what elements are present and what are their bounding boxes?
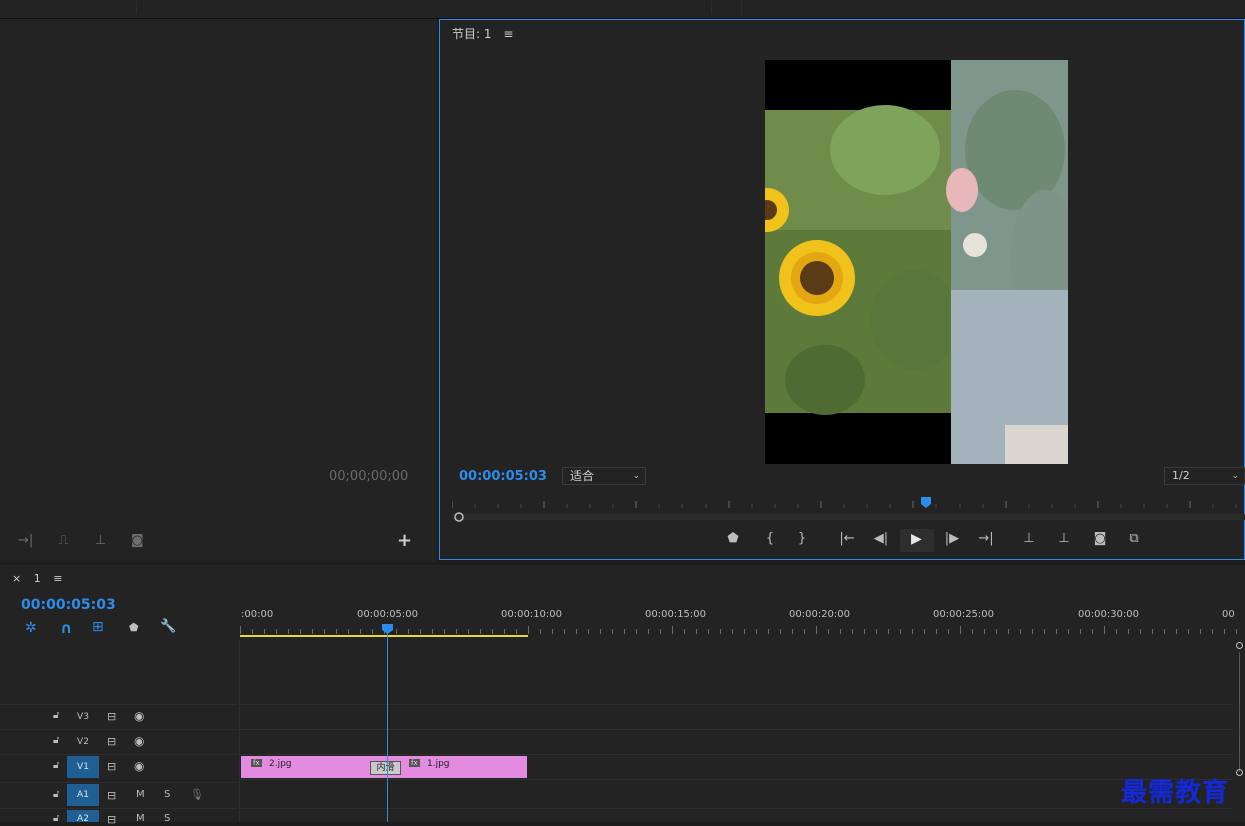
program-video-frame	[765, 60, 1068, 464]
video-preview-image	[765, 60, 1068, 464]
overwrite-icon[interactable]: ⎍	[59, 533, 68, 548]
sync-lock-icon[interactable]: ⊟	[107, 789, 116, 802]
sync-lock-icon[interactable]: ⊟	[107, 760, 116, 773]
resolution-dropdown[interactable]: 1/2 ⌄	[1164, 467, 1245, 485]
step-back-icon[interactable]: ◀|	[870, 531, 892, 546]
ruler-label: 00:00:20:00	[789, 609, 851, 620]
lock-icon[interactable]: 🔓︎	[53, 735, 59, 746]
mute-button[interactable]: M	[136, 789, 145, 800]
play-icon: ▶	[911, 531, 922, 547]
eye-icon[interactable]: ◉	[134, 759, 144, 773]
clip-1-jpg[interactable]: fx 1.jpg	[387, 756, 527, 778]
chevron-down-icon: ⌄	[1231, 471, 1239, 481]
track-label-v2[interactable]: V2	[67, 731, 99, 753]
linked-selection-icon[interactable]: ⊞	[92, 619, 104, 635]
ruler-label: 00:00:05:00	[357, 609, 419, 620]
sync-lock-icon[interactable]: ⊟	[107, 735, 116, 748]
clip-2-jpg[interactable]: fx 2.jpg	[241, 756, 387, 778]
resolution-label: 1/2	[1172, 469, 1190, 482]
clip-name: 2.jpg	[269, 759, 292, 769]
track-label-v1[interactable]: V1	[67, 756, 99, 778]
sync-lock-icon[interactable]: ⊟	[107, 710, 116, 723]
track-label-v3[interactable]: V3	[67, 706, 99, 728]
ruler-label: 00	[1222, 609, 1235, 620]
lock-icon[interactable]: 🔓︎	[53, 813, 59, 824]
sequence-tab-label: 1	[33, 572, 41, 585]
timeline-tab[interactable]: × 1 ≡	[12, 572, 62, 585]
program-playhead[interactable]	[921, 497, 931, 508]
fx-badge: fx	[251, 759, 262, 767]
export-frame-icon[interactable]: ◙	[1089, 531, 1111, 546]
snap-tool-icon[interactable]: ✲	[25, 620, 37, 636]
camera-icon[interactable]: ◙	[131, 533, 144, 548]
ruler-label: 00:00:10:00	[501, 609, 563, 620]
play-button[interactable]: ▶	[900, 529, 934, 552]
scroll-handle-bottom[interactable]	[1236, 769, 1243, 776]
mute-button[interactable]: M	[136, 813, 145, 824]
add-button-icon[interactable]: +	[397, 530, 412, 551]
lock-icon[interactable]: 🔓︎	[53, 760, 59, 771]
ruler-label: 00:00:15:00	[645, 609, 707, 620]
extract-icon[interactable]: ⊥	[1053, 531, 1075, 546]
lock-icon[interactable]: 🔓︎	[53, 710, 59, 721]
lock-icon[interactable]: 🔓︎	[53, 789, 59, 800]
program-mini-timeline[interactable]	[452, 497, 1245, 523]
close-icon[interactable]: ×	[12, 572, 21, 585]
panel-menu-icon[interactable]: ≡	[503, 27, 513, 41]
track-label-a1[interactable]: A1	[67, 784, 99, 806]
timeline-timecode[interactable]: 00:00:05:03	[21, 597, 116, 613]
add-marker-icon[interactable]: ⬟	[129, 621, 139, 634]
mark-in-icon[interactable]: {	[759, 531, 781, 546]
watermark-logo: 最需教育	[1121, 778, 1230, 808]
sync-lock-icon[interactable]: ⊟	[107, 813, 116, 826]
compare-view-icon[interactable]: ⧉	[1123, 531, 1145, 546]
vertical-scrollbar[interactable]	[1236, 640, 1244, 822]
ruler-label: 00:00:30:00	[1078, 609, 1140, 620]
program-timecode[interactable]: 00:00:05:03	[459, 469, 547, 484]
transition-push[interactable]: 内滑	[370, 761, 401, 775]
go-to-out-icon[interactable]: →|	[975, 531, 997, 546]
track-header-a2	[0, 808, 238, 823]
microphone-icon[interactable]: 🎙︎	[190, 788, 204, 801]
clip-name: 1.jpg	[427, 759, 450, 769]
track-header-v2	[0, 729, 238, 755]
track-label-a2[interactable]: A2	[67, 810, 99, 822]
timeline-playhead-line[interactable]	[387, 632, 388, 822]
add-marker-icon[interactable]: ⬟	[722, 531, 744, 546]
top-tab-strip	[0, 0, 1245, 19]
go-to-in-icon[interactable]: |←	[836, 531, 858, 546]
wrench-icon[interactable]: 🔧	[160, 619, 176, 634]
solo-button[interactable]: S	[164, 789, 170, 800]
track-header-v1	[0, 754, 238, 780]
scroll-handle-top[interactable]	[1236, 642, 1243, 649]
step-forward-icon[interactable]: |▶	[941, 531, 963, 546]
ruler-label: 00:00:25:00	[933, 609, 995, 620]
track-header-v3	[0, 704, 238, 730]
fit-label: 适合	[570, 469, 595, 483]
magnet-icon[interactable]: ∩	[60, 619, 72, 637]
chevron-down-icon: ⌄	[632, 471, 640, 481]
program-title-text: 节目: 1	[452, 27, 492, 41]
eye-icon[interactable]: ◉	[134, 734, 144, 748]
solo-button[interactable]: S	[164, 813, 170, 824]
program-monitor-title[interactable]: 节目: 1 ≡	[452, 25, 513, 42]
lift-icon[interactable]: ⊥	[1018, 531, 1040, 546]
lift-icon[interactable]: ⊥	[95, 533, 106, 548]
ruler-label: :00:00	[241, 609, 274, 620]
mark-out-icon[interactable]: }	[791, 531, 813, 546]
panel-menu-icon[interactable]: ≡	[53, 572, 62, 585]
work-area-bar[interactable]	[240, 635, 528, 637]
source-timecode[interactable]: 00;00;00;00	[329, 469, 408, 484]
timeline-playhead-handle[interactable]	[382, 624, 393, 634]
fit-dropdown[interactable]: 适合 ⌄	[562, 467, 646, 485]
insert-icon[interactable]: →|	[18, 533, 33, 548]
fx-badge: fx	[409, 759, 420, 767]
eye-icon[interactable]: ◉	[134, 709, 144, 723]
